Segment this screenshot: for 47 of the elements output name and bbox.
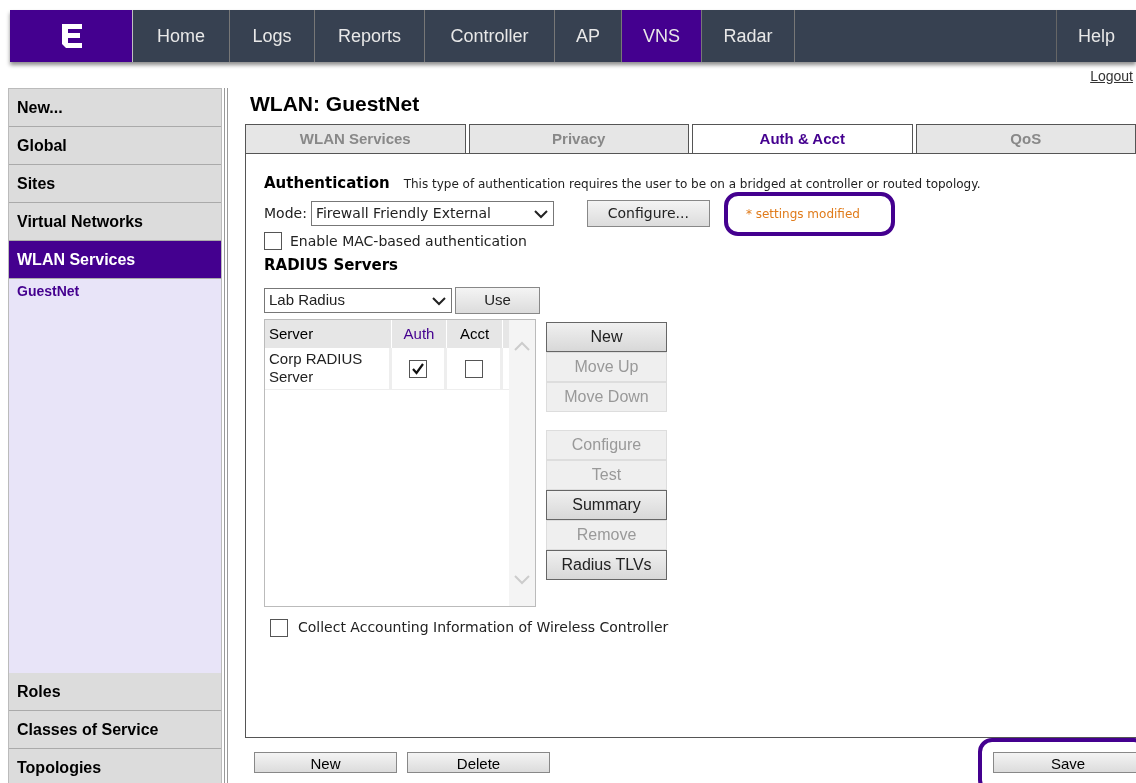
section-heading: Authentication — [264, 173, 390, 194]
footer-button[interactable]: Delete — [407, 752, 550, 773]
nav-tab[interactable]: Radar — [702, 10, 795, 62]
table-cell: Corp RADIUS Server — [265, 348, 392, 389]
column-header[interactable]: Acct — [447, 320, 503, 348]
mode-dropdown[interactable]: Firewall Friendly External — [310, 201, 554, 226]
action-button[interactable]: Summary — [546, 490, 667, 520]
field-label: Mode: — [264, 204, 307, 223]
checkbox[interactable] — [409, 359, 427, 378]
sidebar-item[interactable]: Classes of Service — [9, 711, 221, 749]
help-tab[interactable]: Help — [1057, 10, 1136, 62]
use-button[interactable]: Use — [455, 287, 540, 314]
checkbox[interactable] — [464, 359, 483, 378]
sidebar-item[interactable]: Roles — [9, 673, 221, 711]
sidebar-item[interactable]: New... — [9, 89, 221, 127]
action-button[interactable]: New — [546, 322, 667, 352]
nav-tab[interactable]: VNS — [622, 10, 702, 62]
footer-button[interactable]: New — [254, 752, 397, 773]
nav-tab[interactable]: Controller — [425, 10, 555, 62]
logo[interactable] — [10, 10, 133, 62]
section-heading: RADIUS Servers — [264, 254, 399, 276]
sidebar-subitem[interactable]: GuestNet — [9, 279, 88, 302]
sidebar-item[interactable]: Virtual Networks — [9, 203, 221, 241]
status-text: * settings modified — [723, 191, 895, 236]
sidebar-item[interactable]: Topologies — [9, 749, 221, 783]
column-header[interactable]: Auth — [392, 320, 447, 348]
server-dropdown[interactable]: Lab Radius — [264, 288, 452, 313]
page-title: WLAN: GuestNet — [250, 91, 420, 117]
logout-link[interactable]: Logout — [1090, 66, 1133, 87]
column-header[interactable]: Server — [265, 320, 392, 348]
nav-tab[interactable]: Logs — [230, 10, 315, 62]
chevron-down-icon — [431, 295, 447, 306]
sidebar-item[interactable]: WLAN Services — [9, 241, 221, 279]
checkbox-label: Enable MAC-based authentication — [290, 231, 527, 251]
tab[interactable]: Auth & Acct — [692, 124, 913, 154]
configure-button[interactable]: Configure... — [586, 200, 710, 227]
save-button[interactable]: Save — [993, 752, 1136, 773]
checkbox[interactable] — [264, 232, 282, 250]
checkbox-label: Collect Accounting Information of Wireless Controller — [298, 618, 669, 637]
chevron-down-icon — [532, 208, 549, 219]
nav-tab[interactable]: Reports — [315, 10, 425, 62]
nav-tab[interactable]: Home — [133, 10, 230, 62]
sidebar-item[interactable]: Sites — [9, 165, 221, 203]
action-button[interactable]: Radius TLVs — [546, 550, 667, 580]
sidebar-item[interactable]: Global — [9, 127, 221, 165]
nav-tab[interactable]: AP — [555, 10, 622, 62]
info-text: This type of authentication requires the user to be on a bridged at controller or routed topology. — [403, 176, 981, 193]
